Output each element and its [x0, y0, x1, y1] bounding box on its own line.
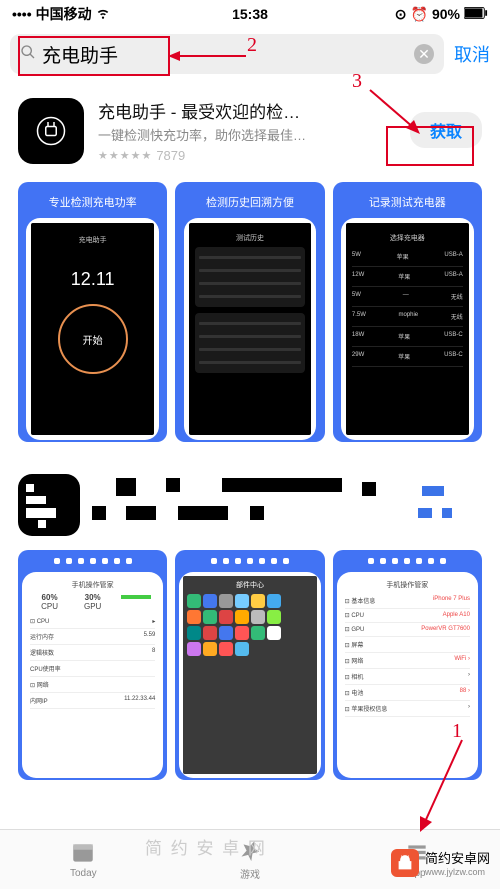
- android-icon: [391, 849, 419, 877]
- watermark-text: 简 约 安 卓 网: [145, 834, 267, 859]
- search-icon: [20, 44, 36, 65]
- screenshot-title: 检测历史回溯方便: [206, 194, 294, 210]
- screenshots-row-1[interactable]: 专业检测充电功率 充电助手 12.11 开始 检测历史回溯方便 测试历史 记录测…: [18, 182, 482, 442]
- watermark-badge: 简约安卓网 www.jylzw.com: [391, 848, 490, 877]
- search-input[interactable]: [42, 43, 408, 65]
- alarm-icon-2: ⏰: [411, 6, 428, 23]
- annotation-number-2: 2: [247, 34, 257, 57]
- carrier: 中国移动: [36, 4, 92, 24]
- annotation-number-3: 3: [352, 70, 362, 93]
- battery-icon: [464, 6, 488, 22]
- clear-icon[interactable]: ✕: [414, 44, 434, 64]
- app-result-2[interactable]: [18, 460, 482, 550]
- list-title: 手机操作管家: [345, 580, 470, 590]
- app-icon-1: [18, 98, 84, 164]
- start-label: 开始: [83, 332, 103, 347]
- wifi-icon: [96, 6, 110, 23]
- screenshot: 手机操作管家 ⊡ 基本信息iPhone 7 Plus ⊡ CPUApple A1…: [333, 550, 482, 780]
- app-title: 充电助手 - 最受欢迎的检…: [98, 98, 396, 123]
- cancel-button[interactable]: 取消: [454, 41, 490, 67]
- tab-label: Today: [70, 868, 97, 879]
- gpu-pct: 30%: [85, 593, 101, 602]
- screenshots-row-2[interactable]: 手机操作管家 60%CPU30%GPU ⊡ CPU▸ 运行内存5.59 逻辑核数…: [18, 550, 482, 780]
- tab-today[interactable]: Today: [0, 830, 167, 889]
- screenshot: 手机操作管家 60%CPU30%GPU ⊡ CPU▸ 运行内存5.59 逻辑核数…: [18, 550, 167, 780]
- signal-icon: ••••: [12, 6, 32, 22]
- search-box[interactable]: ✕: [10, 34, 444, 74]
- star-icon: ★★★★★: [98, 149, 152, 162]
- pixelated-area: [92, 478, 482, 532]
- tab-label: 游戏: [240, 866, 260, 881]
- screenshot: 专业检测充电功率 充电助手 12.11 开始: [18, 182, 167, 442]
- gpu-label: GPU: [73, 602, 112, 611]
- alarm-icon: ⊙: [395, 6, 407, 23]
- app-subtitle: 一键检测快充功率，助你选择最佳…: [98, 125, 396, 144]
- status-bar: •••• 中国移动 15:38 ⊙ ⏰ 90%: [0, 0, 500, 28]
- screenshot-title: 专业检测充电功率: [49, 194, 137, 210]
- cpu-pct: 60%: [42, 593, 58, 602]
- screenshot: 记录测试充电器 选择充电器 5W苹果USB-A 12W苹果USB-A 5W—无线…: [333, 182, 482, 442]
- screenshot-title: 记录测试充电器: [369, 194, 446, 210]
- battery-pct: 90%: [432, 6, 460, 22]
- cpu-label: CPU: [30, 602, 69, 611]
- app-icon-2: [18, 474, 80, 536]
- get-button[interactable]: 获取: [410, 112, 482, 148]
- power-value: 12.11: [37, 269, 148, 290]
- annotation-number-1: 1: [452, 720, 462, 743]
- watermark-brand: 简约安卓网: [425, 848, 490, 867]
- watermark-url: www.jylzw.com: [425, 867, 490, 877]
- app-result-1[interactable]: 充电助手 - 最受欢迎的检… 一键检测快充功率，助你选择最佳… ★★★★★ 78…: [18, 80, 482, 182]
- screenshot: 部件中心: [175, 550, 324, 780]
- rating-count: 7879: [156, 148, 185, 163]
- clock: 15:38: [232, 6, 268, 22]
- screenshot: 检测历史回溯方便 测试历史: [175, 182, 324, 442]
